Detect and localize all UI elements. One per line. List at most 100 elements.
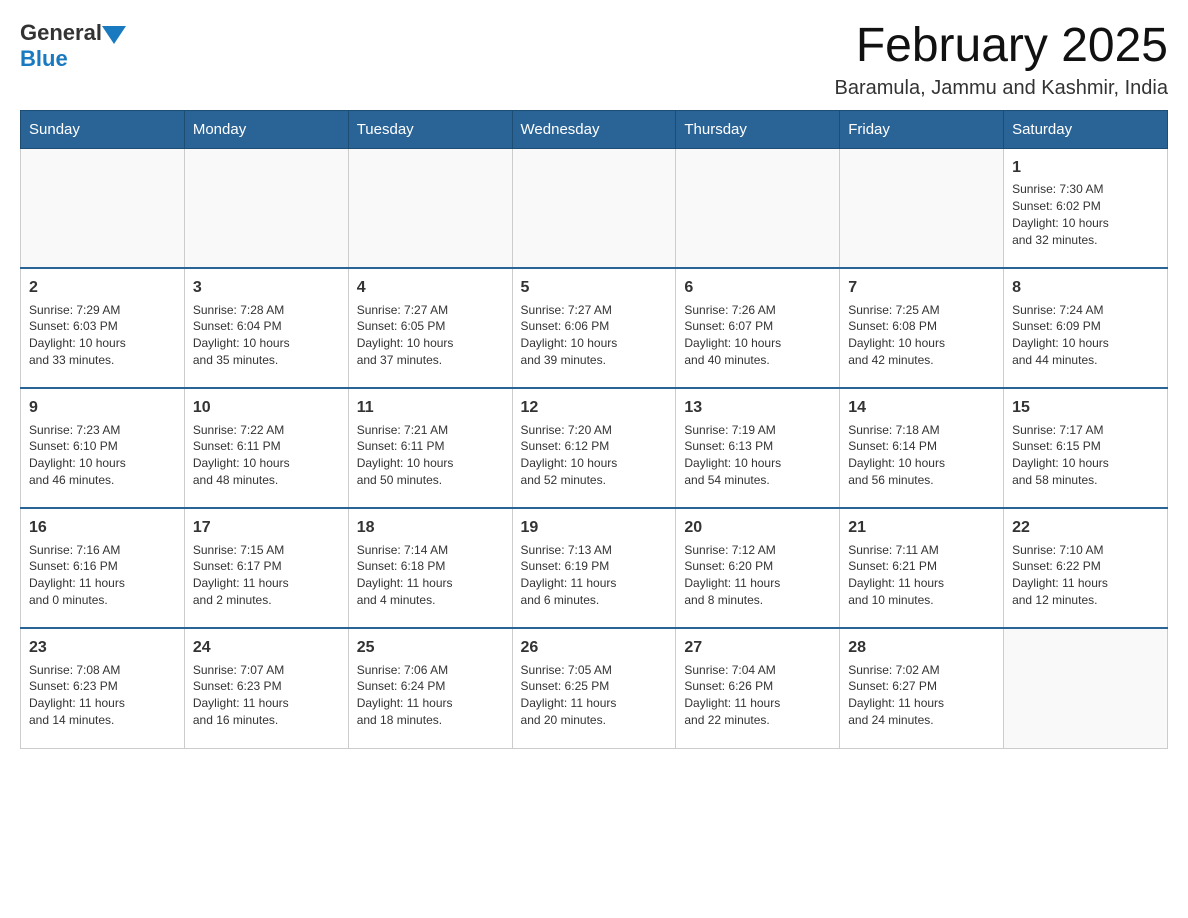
day-number: 20 [684,517,831,539]
calendar-cell: 8Sunrise: 7:24 AM Sunset: 6:09 PM Daylig… [1004,268,1168,388]
calendar-cell: 28 Sunrise: 7:02 AM Sunset: 6:27 PM Dayli… [840,628,1004,748]
day-number: 10 [193,397,340,419]
calendar-cell: 24 Sunrise: 7:07 AM Sunset: 6:23 PM Dayli… [184,628,348,748]
day-number: 28 [848,637,995,659]
day-number: 6 [684,277,831,299]
day-info: Sunrise: 7:23 AM Sunset: 6:10 PM Dayligh… [29,422,176,489]
calendar-cell [676,148,840,268]
month-title: February 2025 [835,20,1169,73]
day-info: Sunrise: 7:08 AM Sunset: 6:23 PM Dayligh… [29,662,176,729]
day-info: Sunrise: 7:25 AM Sunset: 6:08 PM Dayligh… [848,302,995,369]
title-block: February 2025 Baramula, Jammu and Kashmi… [835,20,1169,100]
calendar-cell: 9 Sunrise: 7:23 AM Sunset: 6:10 PM Daylig… [21,388,185,508]
logo-blue: Blue [20,46,68,71]
day-number: 17 [193,517,340,539]
weekday-header-saturday: Saturday [1004,110,1168,148]
day-number: 1 [1012,157,1159,179]
calendar-cell: 13Sunrise: 7:19 AM Sunset: 6:13 PM Dayli… [676,388,840,508]
day-number: 23 [29,637,176,659]
day-number: 8 [1012,277,1159,299]
day-number: 15 [1012,397,1159,419]
day-info: Sunrise: 7:15 AM Sunset: 6:17 PM Dayligh… [193,542,340,609]
day-info: Sunrise: 7:28 AM Sunset: 6:04 PM Dayligh… [193,302,340,369]
day-info: Sunrise: 7:18 AM Sunset: 6:14 PM Dayligh… [848,422,995,489]
weekday-header-friday: Friday [840,110,1004,148]
logo-general: General [20,20,102,46]
calendar-cell: 2 Sunrise: 7:29 AM Sunset: 6:03 PM Daylig… [21,268,185,388]
calendar-cell: 10 Sunrise: 7:22 AM Sunset: 6:11 PM Dayli… [184,388,348,508]
calendar-table: SundayMondayTuesdayWednesdayThursdayFrid… [20,110,1168,749]
calendar-week-row: 23 Sunrise: 7:08 AM Sunset: 6:23 PM Dayli… [21,628,1168,748]
day-number: 12 [521,397,668,419]
day-info: Sunrise: 7:12 AM Sunset: 6:20 PM Dayligh… [684,542,831,609]
calendar-cell: 1Sunrise: 7:30 AM Sunset: 6:02 PM Daylig… [1004,148,1168,268]
logo: General Blue [20,20,126,72]
day-info: Sunrise: 7:04 AM Sunset: 6:26 PM Dayligh… [684,662,831,729]
day-number: 24 [193,637,340,659]
day-info: Sunrise: 7:10 AM Sunset: 6:22 PM Dayligh… [1012,542,1159,609]
day-info: Sunrise: 7:16 AM Sunset: 6:16 PM Dayligh… [29,542,176,609]
day-info: Sunrise: 7:27 AM Sunset: 6:06 PM Dayligh… [521,302,668,369]
weekday-header-thursday: Thursday [676,110,840,148]
day-number: 3 [193,277,340,299]
calendar-cell [512,148,676,268]
calendar-cell: 18Sunrise: 7:14 AM Sunset: 6:18 PM Dayli… [348,508,512,628]
day-info: Sunrise: 7:30 AM Sunset: 6:02 PM Dayligh… [1012,181,1159,248]
day-number: 26 [521,637,668,659]
calendar-cell: 22 Sunrise: 7:10 AM Sunset: 6:22 PM Dayli… [1004,508,1168,628]
day-info: Sunrise: 7:02 AM Sunset: 6:27 PM Dayligh… [848,662,995,729]
day-info: Sunrise: 7:22 AM Sunset: 6:11 PM Dayligh… [193,422,340,489]
page-header: General Blue February 2025 Baramula, Jam… [20,20,1168,100]
calendar-cell [21,148,185,268]
day-number: 18 [357,517,504,539]
day-number: 27 [684,637,831,659]
calendar-cell: 27 Sunrise: 7:04 AM Sunset: 6:26 PM Dayli… [676,628,840,748]
day-number: 25 [357,637,504,659]
day-number: 7 [848,277,995,299]
day-info: Sunrise: 7:29 AM Sunset: 6:03 PM Dayligh… [29,302,176,369]
calendar-cell [348,148,512,268]
calendar-week-row: 1Sunrise: 7:30 AM Sunset: 6:02 PM Daylig… [21,148,1168,268]
calendar-cell: 5 Sunrise: 7:27 AM Sunset: 6:06 PM Daylig… [512,268,676,388]
location-title: Baramula, Jammu and Kashmir, India [835,77,1169,100]
day-info: Sunrise: 7:05 AM Sunset: 6:25 PM Dayligh… [521,662,668,729]
day-number: 19 [521,517,668,539]
weekday-header-wednesday: Wednesday [512,110,676,148]
day-number: 2 [29,277,176,299]
logo-triangle-icon [102,26,126,44]
calendar-week-row: 16Sunrise: 7:16 AM Sunset: 6:16 PM Dayli… [21,508,1168,628]
calendar-cell: 25 Sunrise: 7:06 AM Sunset: 6:24 PM Dayli… [348,628,512,748]
day-number: 22 [1012,517,1159,539]
day-number: 5 [521,277,668,299]
weekday-header-row: SundayMondayTuesdayWednesdayThursdayFrid… [21,110,1168,148]
weekday-header-tuesday: Tuesday [348,110,512,148]
calendar-cell: 19Sunrise: 7:13 AM Sunset: 6:19 PM Dayli… [512,508,676,628]
calendar-cell: 16Sunrise: 7:16 AM Sunset: 6:16 PM Dayli… [21,508,185,628]
calendar-cell: 23 Sunrise: 7:08 AM Sunset: 6:23 PM Dayli… [21,628,185,748]
day-number: 9 [29,397,176,419]
calendar-cell [184,148,348,268]
calendar-cell: 6Sunrise: 7:26 AM Sunset: 6:07 PM Daylig… [676,268,840,388]
day-info: Sunrise: 7:07 AM Sunset: 6:23 PM Dayligh… [193,662,340,729]
day-info: Sunrise: 7:19 AM Sunset: 6:13 PM Dayligh… [684,422,831,489]
calendar-cell: 12 Sunrise: 7:20 AM Sunset: 6:12 PM Dayli… [512,388,676,508]
day-info: Sunrise: 7:06 AM Sunset: 6:24 PM Dayligh… [357,662,504,729]
day-info: Sunrise: 7:20 AM Sunset: 6:12 PM Dayligh… [521,422,668,489]
day-info: Sunrise: 7:11 AM Sunset: 6:21 PM Dayligh… [848,542,995,609]
calendar-cell: 26 Sunrise: 7:05 AM Sunset: 6:25 PM Dayli… [512,628,676,748]
day-info: Sunrise: 7:21 AM Sunset: 6:11 PM Dayligh… [357,422,504,489]
weekday-header-sunday: Sunday [21,110,185,148]
day-number: 11 [357,397,504,419]
calendar-cell: 15Sunrise: 7:17 AM Sunset: 6:15 PM Dayli… [1004,388,1168,508]
calendar-cell [840,148,1004,268]
calendar-week-row: 2 Sunrise: 7:29 AM Sunset: 6:03 PM Daylig… [21,268,1168,388]
calendar-cell: 7 Sunrise: 7:25 AM Sunset: 6:08 PM Daylig… [840,268,1004,388]
calendar-week-row: 9 Sunrise: 7:23 AM Sunset: 6:10 PM Daylig… [21,388,1168,508]
calendar-cell: 21 Sunrise: 7:11 AM Sunset: 6:21 PM Dayli… [840,508,1004,628]
calendar-cell: 14Sunrise: 7:18 AM Sunset: 6:14 PM Dayli… [840,388,1004,508]
calendar-cell: 4Sunrise: 7:27 AM Sunset: 6:05 PM Daylig… [348,268,512,388]
day-number: 21 [848,517,995,539]
calendar-cell: 17 Sunrise: 7:15 AM Sunset: 6:17 PM Dayli… [184,508,348,628]
day-number: 4 [357,277,504,299]
calendar-cell: 11 Sunrise: 7:21 AM Sunset: 6:11 PM Dayli… [348,388,512,508]
